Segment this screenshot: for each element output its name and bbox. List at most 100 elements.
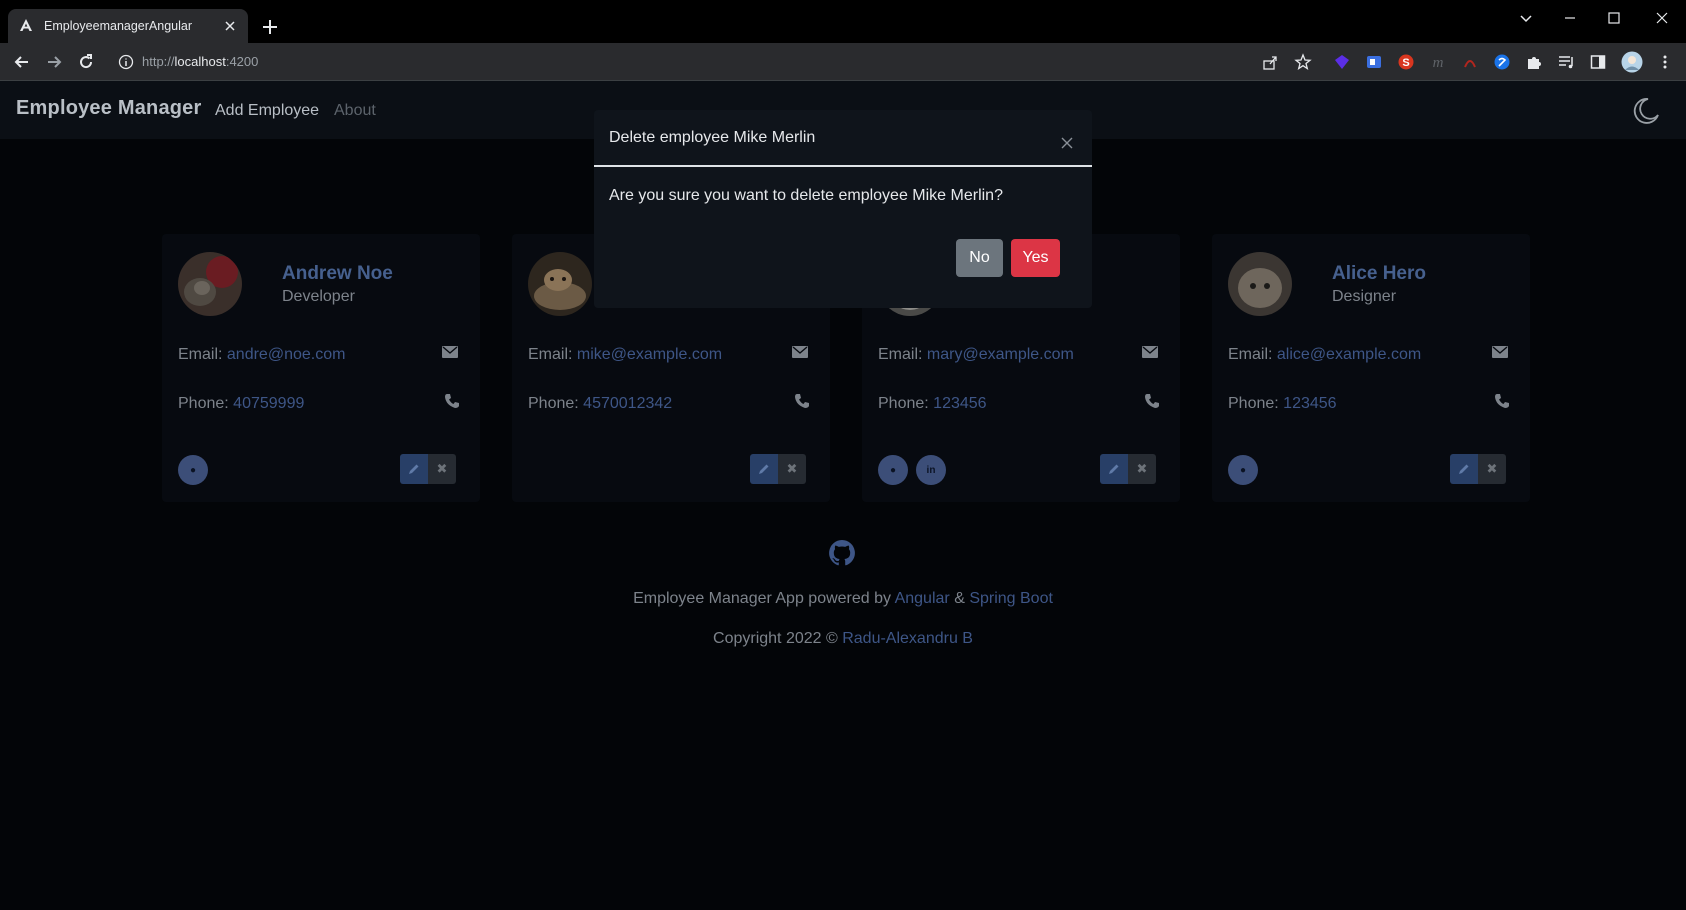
pencil-icon <box>409 464 419 474</box>
svg-text:m: m <box>1433 55 1444 71</box>
envelope-icon <box>442 346 458 358</box>
browser-tab[interactable]: EmployeemanagerAngular <box>8 9 248 43</box>
employee-avatar <box>1228 252 1292 316</box>
copyright-text: Copyright 2022 © <box>713 630 838 647</box>
extension-purple-icon[interactable] <box>1333 53 1351 71</box>
angular-favicon-icon <box>20 19 32 31</box>
nav-link-about[interactable]: About <box>334 102 376 120</box>
website-icon[interactable]: ● <box>178 455 208 485</box>
url-scheme: http:// <box>142 54 175 69</box>
phone-icon <box>445 394 459 408</box>
footer-copyright: Copyright 2022 © Radu-Alexandru B <box>0 630 1686 648</box>
extension-red-icon[interactable] <box>1461 53 1479 71</box>
yes-button[interactable]: Yes <box>1011 239 1060 277</box>
footer-powered-text: Employee Manager App powered by <box>633 590 892 607</box>
employee-name: Alice Hero <box>1332 263 1426 284</box>
spring-boot-link[interactable]: Spring Boot <box>969 590 1053 607</box>
edit-button[interactable] <box>1100 454 1128 484</box>
delete-button[interactable]: ✖ <box>778 454 806 484</box>
employee-phone[interactable]: 123456 <box>933 395 986 412</box>
profile-avatar-icon[interactable] <box>1621 51 1643 73</box>
employee-email-row: Email: andre@noe.com <box>178 346 345 364</box>
delete-confirm-modal: Delete employee Mike Merlin Are you sure… <box>594 110 1092 308</box>
minimize-icon[interactable] <box>1560 8 1580 28</box>
phone-label: Phone: <box>878 395 929 412</box>
employee-phone[interactable]: 4570012342 <box>583 395 672 412</box>
employee-card: Alice Hero Designer Email: alice@example… <box>1212 234 1530 502</box>
extension-shazam-icon[interactable] <box>1493 53 1511 71</box>
site-info-icon[interactable] <box>118 54 134 70</box>
bookmark-star-icon[interactable] <box>1294 53 1312 71</box>
back-arrow-icon[interactable] <box>12 52 32 72</box>
phone-icon <box>795 394 809 408</box>
window-close-icon[interactable] <box>1652 8 1672 28</box>
delete-button[interactable]: ✖ <box>428 454 456 484</box>
phone-icon <box>1495 394 1509 408</box>
reload-icon[interactable] <box>76 52 96 72</box>
footer-amp: & <box>954 590 965 607</box>
svg-text:S: S <box>1402 57 1409 69</box>
employee-job-title: Developer <box>282 288 355 305</box>
employee-email[interactable]: mary@example.com <box>927 346 1074 363</box>
pencil-icon <box>1109 464 1119 474</box>
edit-button[interactable] <box>400 454 428 484</box>
extension-m-icon[interactable]: m <box>1429 53 1447 71</box>
modal-title: Delete employee Mike Merlin <box>609 129 816 146</box>
delete-button[interactable]: ✖ <box>1128 454 1156 484</box>
media-queue-icon[interactable] <box>1557 53 1575 71</box>
url-field[interactable]: http://localhost:4200 <box>142 54 258 69</box>
maximize-icon[interactable] <box>1604 8 1624 28</box>
employee-email[interactable]: alice@example.com <box>1277 346 1421 363</box>
extension-red-s-icon[interactable]: S <box>1397 53 1415 71</box>
edit-button[interactable] <box>1450 454 1478 484</box>
website-icon[interactable]: ● <box>878 455 908 485</box>
author-link[interactable]: Radu-Alexandru B <box>842 630 973 647</box>
employee-email[interactable]: mike@example.com <box>577 346 722 363</box>
url-host: localhost <box>174 54 226 69</box>
new-tab-icon[interactable] <box>260 17 280 37</box>
linkedin-icon[interactable]: in <box>916 455 946 485</box>
browser-tab-bar: EmployeemanagerAngular <box>0 0 1686 43</box>
close-icon[interactable] <box>1060 136 1074 150</box>
navbar-brand[interactable]: Employee Manager <box>16 97 202 120</box>
employee-email[interactable]: andre@noe.com <box>227 346 346 363</box>
browser-menu-icon[interactable] <box>1656 53 1674 71</box>
employee-phone-row: Phone: 4570012342 <box>528 395 672 413</box>
extensions-puzzle-icon[interactable] <box>1525 53 1543 71</box>
nav-link-add-employee[interactable]: Add Employee <box>215 102 319 120</box>
employee-email-row: Email: mary@example.com <box>878 346 1074 364</box>
employee-name: Andrew Noe <box>282 263 393 284</box>
email-label: Email: <box>878 346 923 363</box>
side-panel-icon[interactable] <box>1589 53 1607 71</box>
edit-button[interactable] <box>750 454 778 484</box>
phone-label: Phone: <box>178 395 229 412</box>
employee-avatar <box>528 252 592 316</box>
moon-icon[interactable] <box>1631 96 1661 126</box>
employee-phone-row: Phone: 123456 <box>878 395 987 413</box>
email-label: Email: <box>528 346 573 363</box>
website-icon[interactable]: ● <box>1228 455 1258 485</box>
modal-divider <box>594 165 1092 167</box>
phone-label: Phone: <box>1228 395 1279 412</box>
phone-icon <box>1145 394 1159 408</box>
browser-tab-title: EmployeemanagerAngular <box>44 19 193 33</box>
email-label: Email: <box>1228 346 1273 363</box>
angular-link[interactable]: Angular <box>895 590 950 607</box>
delete-button[interactable]: ✖ <box>1478 454 1506 484</box>
no-button[interactable]: No <box>956 239 1003 277</box>
employee-phone-row: Phone: 123456 <box>1228 395 1337 413</box>
github-icon[interactable] <box>828 539 856 567</box>
employee-phone[interactable]: 40759999 <box>233 395 304 412</box>
share-icon[interactable] <box>1261 53 1279 71</box>
forward-arrow-icon[interactable] <box>44 52 64 72</box>
pencil-icon <box>759 464 769 474</box>
employee-phone[interactable]: 123456 <box>1283 395 1336 412</box>
extension-blue-square-icon[interactable] <box>1365 53 1383 71</box>
tab-search-chevron-icon[interactable] <box>1516 8 1536 28</box>
footer-powered-by: Employee Manager App powered by Angular … <box>0 590 1686 608</box>
envelope-icon <box>1142 346 1158 358</box>
close-tab-icon[interactable] <box>222 18 238 34</box>
envelope-icon <box>1492 346 1508 358</box>
envelope-icon <box>792 346 808 358</box>
employee-card: Andrew Noe Developer Email: andre@noe.co… <box>162 234 480 502</box>
